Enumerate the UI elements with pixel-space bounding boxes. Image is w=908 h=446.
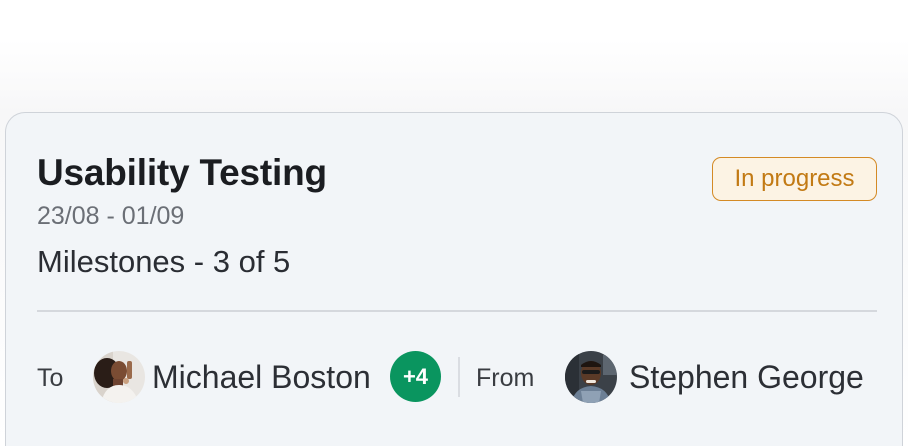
from-label: From xyxy=(476,364,535,392)
task-card[interactable]: Usability Testing 23/08 - 01/09 Mileston… xyxy=(5,112,903,446)
milestones-progress: Milestones - 3 of 5 xyxy=(37,244,291,279)
to-label: To xyxy=(37,364,64,392)
from-person-name[interactable]: Stephen George xyxy=(629,357,864,397)
to-person-name[interactable]: Michael Boston xyxy=(152,357,371,397)
status-badge: In progress xyxy=(712,157,877,201)
extra-assignees-badge[interactable]: +4 xyxy=(390,351,441,402)
task-date-range: 23/08 - 01/09 xyxy=(37,202,185,230)
card-divider xyxy=(37,310,877,312)
avatar-stephen-george[interactable] xyxy=(565,351,617,403)
footer-separator xyxy=(458,357,460,397)
task-title: Usability Testing xyxy=(37,152,327,193)
avatar-michael-boston[interactable] xyxy=(93,351,145,403)
